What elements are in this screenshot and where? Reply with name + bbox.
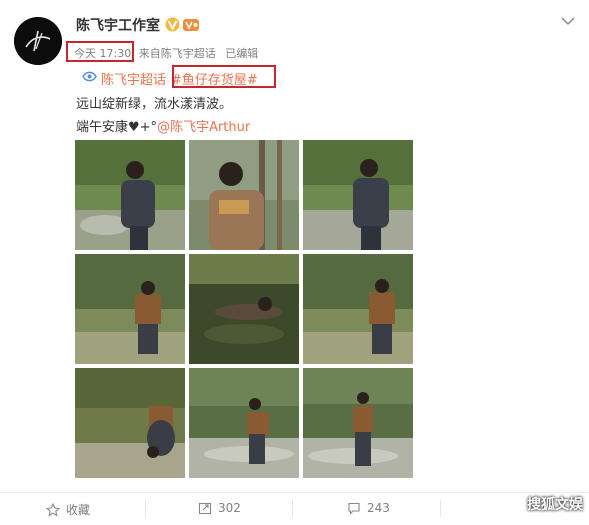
post-text-line-2: 端午安康♥+°@陈飞宇Arthur bbox=[76, 116, 250, 135]
divider bbox=[292, 500, 293, 517]
edited-label[interactable]: 已编辑 bbox=[225, 47, 258, 60]
weibo-post: 陈飞宇工作室 今天 17:30 来自陈飞宇超话 已编辑 陈飞宇超话 #鱼仔存货屋#… bbox=[0, 0, 589, 525]
photo-4[interactable] bbox=[75, 254, 185, 364]
repost-button[interactable]: 302 bbox=[198, 501, 241, 515]
highlight-box-time bbox=[66, 41, 134, 62]
photo-6[interactable] bbox=[303, 254, 413, 364]
divider bbox=[145, 500, 146, 517]
from-label: 来自 bbox=[138, 47, 161, 60]
avatar[interactable] bbox=[14, 17, 62, 65]
repost-icon bbox=[198, 502, 212, 515]
repost-count: 302 bbox=[218, 501, 241, 515]
post-source[interactable]: 陈飞宇超话 bbox=[161, 47, 216, 60]
photo-grid bbox=[75, 140, 413, 478]
photo-7[interactable] bbox=[75, 368, 185, 478]
comment-button[interactable]: 243 bbox=[347, 501, 390, 515]
photo-5[interactable] bbox=[189, 254, 299, 364]
photo-2[interactable] bbox=[189, 140, 299, 250]
star-icon bbox=[46, 502, 60, 517]
favorite-button[interactable]: 收藏 bbox=[46, 501, 90, 518]
chevron-down-icon[interactable] bbox=[561, 16, 575, 26]
highlight-box-hashtag bbox=[172, 65, 276, 88]
photo-1[interactable] bbox=[75, 140, 185, 250]
watermark: 搜狐文娱 bbox=[527, 497, 583, 513]
mention-link[interactable]: @陈飞宇Arthur bbox=[157, 120, 250, 135]
vip-member-icon[interactable] bbox=[182, 17, 200, 32]
divider bbox=[440, 500, 441, 517]
comment-icon bbox=[348, 502, 360, 515]
action-bar: 收藏 302 243 bbox=[0, 492, 589, 525]
photo-9[interactable] bbox=[303, 368, 413, 478]
favorite-label: 收藏 bbox=[66, 503, 91, 517]
post-text-line-1: 远山绽新绿，流水漾清波。 bbox=[76, 97, 233, 112]
verified-badge-icon bbox=[165, 17, 180, 32]
greeting-text: 端午安康♥+° bbox=[76, 120, 158, 135]
photo-3[interactable] bbox=[303, 140, 413, 250]
super-topic-link[interactable]: 陈飞宇超话 bbox=[101, 73, 166, 88]
like-count: 243 bbox=[367, 501, 390, 515]
author-name[interactable]: 陈飞宇工作室 bbox=[76, 15, 160, 35]
photo-8[interactable] bbox=[189, 368, 299, 478]
